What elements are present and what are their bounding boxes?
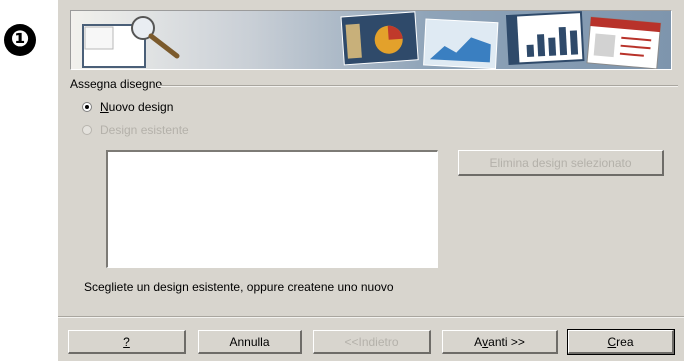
back-button[interactable]: <<Indietro [313, 330, 431, 354]
radio-new-design-label: Nuovo design [100, 100, 174, 114]
group-separator [158, 85, 678, 87]
existing-designs-list[interactable] [106, 150, 438, 268]
radio-new-design-indicator[interactable] [82, 102, 92, 112]
create-button[interactable]: Crea [567, 329, 675, 355]
help-button[interactable]: ? [68, 330, 186, 354]
radio-existing-design-indicator[interactable] [82, 125, 92, 135]
cancel-button[interactable]: Annulla [198, 330, 302, 354]
design-group-title: Assegna disegno [70, 77, 163, 91]
radio-existing-design[interactable]: Design esistente [82, 123, 189, 137]
radio-existing-design-label: Design esistente [100, 123, 189, 137]
wizard-banner [70, 10, 672, 70]
hint-text: Scegliete un design esistente, oppure cr… [84, 280, 394, 294]
autopilot-dialog: Assegna disegno Nuovo design Design esis… [58, 0, 684, 361]
footer-separator [58, 316, 684, 318]
delete-selected-design-button[interactable]: Elimina design selezionato [458, 150, 664, 176]
step-number-badge: ❶ [4, 24, 36, 56]
radio-new-design[interactable]: Nuovo design [82, 100, 173, 114]
next-button[interactable]: Av anti >> [442, 330, 558, 354]
magnifier-over-blank-slide-icon [82, 16, 180, 68]
presentation-thumbnails-icon [340, 11, 662, 69]
